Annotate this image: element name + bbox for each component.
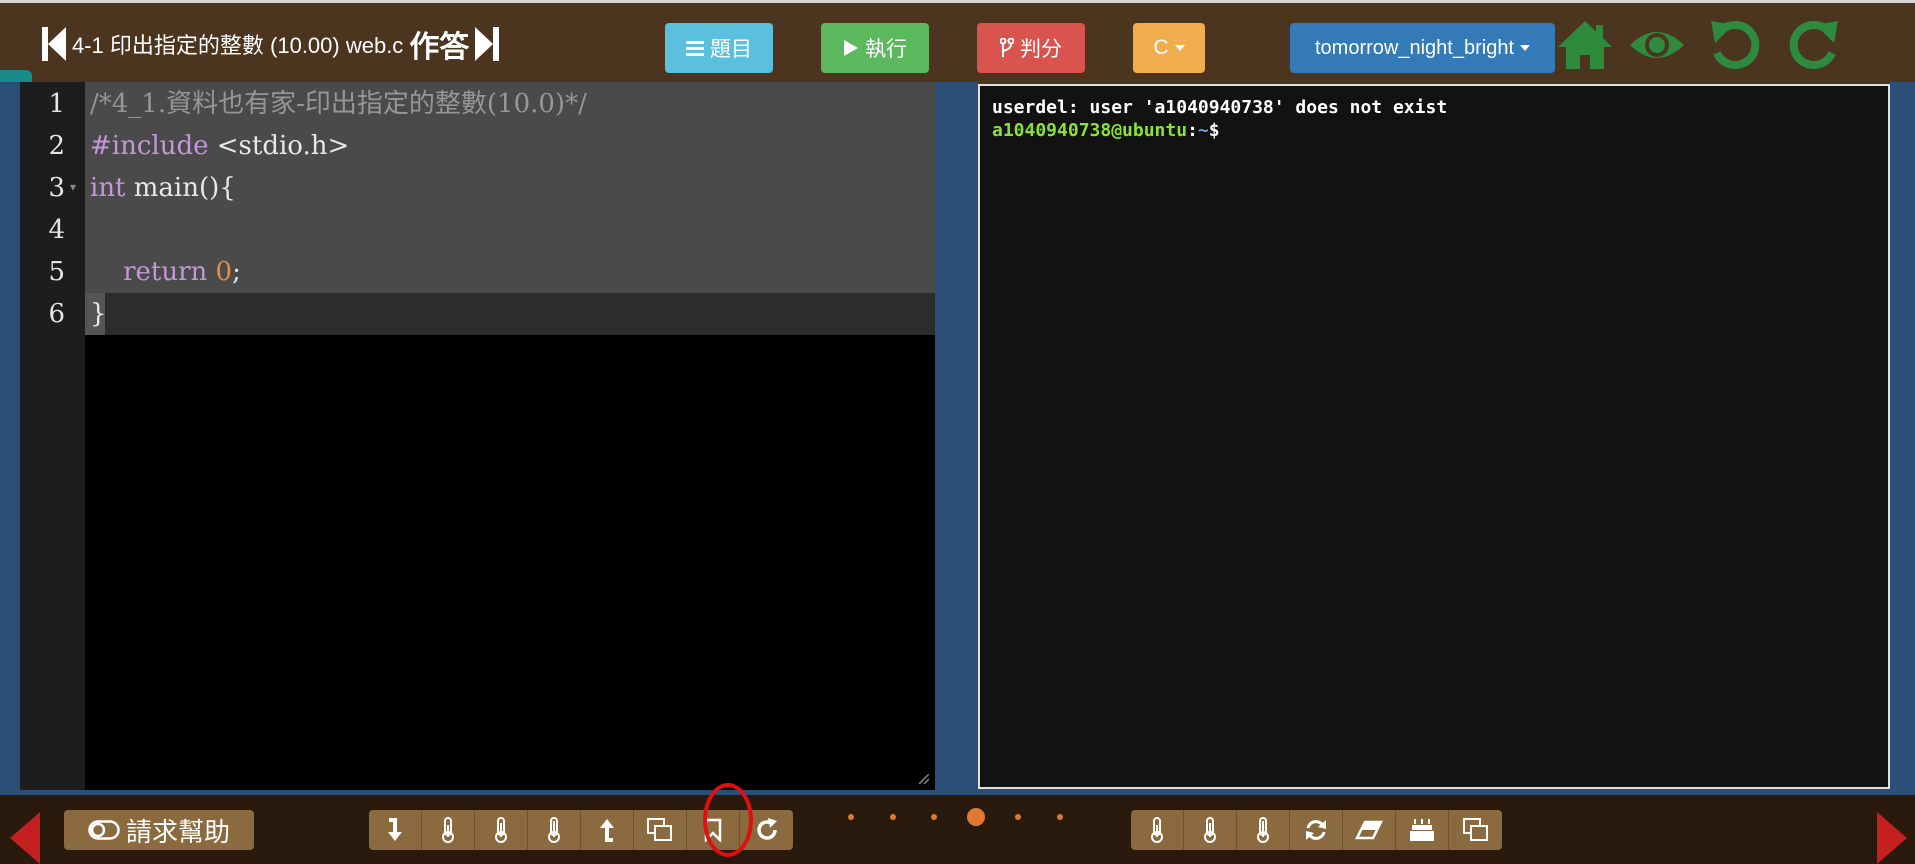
terminal-temp-1-button[interactable] (1131, 810, 1184, 850)
previous-page-arrow-icon[interactable] (10, 812, 40, 864)
play-icon (844, 40, 858, 56)
line-number: 2 (48, 131, 65, 161)
thermometer-icon (548, 817, 560, 843)
toggle-off-icon (88, 820, 120, 840)
redo-icon[interactable] (1784, 17, 1842, 73)
run-button[interactable]: 執行 (821, 23, 929, 73)
next-page-arrow-icon[interactable] (1877, 812, 1907, 864)
copy-tool-button[interactable] (634, 810, 687, 850)
list-icon (686, 41, 704, 56)
editor-frame-left (0, 82, 20, 795)
terminal-clear-button[interactable] (1343, 810, 1396, 850)
language-dropdown[interactable]: C (1133, 23, 1205, 73)
thermometer-icon (1151, 817, 1163, 843)
annotation-red-circle (703, 783, 753, 857)
home-icon[interactable] (1556, 17, 1614, 73)
copy-icon (1462, 818, 1488, 841)
page-dot[interactable] (931, 814, 937, 820)
next-problem-icon[interactable] (473, 25, 501, 63)
page-dot[interactable] (1057, 814, 1063, 820)
copy-icon (647, 818, 672, 841)
code-line: int main(){ (90, 173, 236, 203)
fold-arrow-icon[interactable]: ▾ (70, 180, 76, 194)
code-line: #include <stdio.h> (90, 131, 350, 161)
font-temp-3-button[interactable] (528, 810, 581, 850)
code-line: } (90, 299, 107, 329)
line-number: 1 (48, 89, 65, 119)
terminal-output-line: userdel: user 'a1040940738' does not exi… (992, 97, 1448, 118)
request-help-label: 請求幫助 (125, 816, 230, 847)
resize-grip-icon[interactable] (919, 774, 929, 784)
page-dot[interactable] (890, 814, 896, 820)
judge-button[interactable]: 判分 (977, 23, 1085, 73)
top-bar: 4-1 印出指定的整數 (10.00) web.c 作答 題目 執行 判分 C … (0, 0, 1915, 82)
arrow-down-icon (388, 818, 402, 841)
page-dot[interactable] (1015, 814, 1021, 820)
thermometer-icon (1257, 817, 1269, 843)
theme-label: tomorrow_night_bright (1315, 36, 1514, 59)
thermometer-icon (495, 817, 507, 843)
eye-icon[interactable] (1628, 17, 1686, 73)
title-area: 4-1 印出指定的整數 (10.00) web.c 作答 (40, 21, 501, 67)
thermometer-icon (1204, 817, 1216, 843)
terminal-temp-3-button[interactable] (1237, 810, 1290, 850)
eraser-icon (1355, 820, 1383, 840)
branch-icon (1000, 38, 1014, 57)
chevron-down-icon (1174, 45, 1185, 51)
terminal-frame-right (1890, 82, 1915, 795)
bottom-bar (0, 795, 1915, 864)
code-line: /*4_1.資料也有家-印出指定的整數(10.0)*/ (90, 89, 587, 119)
birthday-cake-icon (1410, 819, 1434, 841)
terminal-copy-button[interactable] (1449, 810, 1502, 850)
upload-tool-button[interactable] (581, 810, 634, 850)
panel-splitter[interactable] (935, 82, 978, 795)
terminal-prompt: a1040940738@ubuntu:~$ (992, 120, 1220, 141)
problem-title: 4-1 印出指定的整數 (10.00) web.c (72, 33, 404, 58)
terminal-tools (1131, 810, 1502, 850)
active-line-highlight (85, 293, 935, 335)
line-number: 3 (48, 173, 65, 203)
theme-dropdown[interactable]: tomorrow_night_bright (1290, 23, 1555, 73)
request-help-button[interactable]: 請求幫助 (64, 810, 254, 850)
page-indicator-dots (840, 808, 1080, 828)
sync-icon (1306, 820, 1326, 840)
page-dot[interactable] (848, 814, 854, 820)
language-label: C (1153, 36, 1169, 59)
refresh-icon (756, 818, 777, 840)
page-dot-active[interactable] (967, 808, 985, 826)
terminal-panel[interactable]: userdel: user 'a1040940738' does not exi… (978, 84, 1890, 789)
line-number: 5 (48, 257, 65, 287)
answer-label: 作答 (409, 31, 470, 64)
run-button-label: 執行 (865, 38, 907, 61)
code-editor[interactable]: 1 2 3 ▾ 4 5 6 /*4_1.資料也有家-印出指定的整數(10.0)*… (20, 82, 935, 790)
download-tool-button[interactable] (369, 810, 422, 850)
problem-button-label: 題目 (710, 38, 752, 61)
previous-problem-icon[interactable] (40, 25, 68, 63)
line-number: 4 (48, 215, 65, 245)
code-line: return 0; (123, 257, 241, 287)
line-gutter: 1 2 3 ▾ 4 5 6 (20, 82, 85, 790)
terminal-temp-2-button[interactable] (1184, 810, 1237, 850)
undo-icon[interactable] (1707, 17, 1765, 73)
line-number: 6 (48, 299, 65, 329)
terminal-sync-button[interactable] (1290, 810, 1343, 850)
terminal-cake-button[interactable] (1396, 810, 1449, 850)
chevron-down-icon (1520, 45, 1530, 51)
font-temp-1-button[interactable] (422, 810, 475, 850)
problem-button[interactable]: 題目 (665, 23, 773, 73)
judge-button-label: 判分 (1020, 38, 1062, 61)
font-temp-2-button[interactable] (475, 810, 528, 850)
arrow-up-icon (600, 819, 614, 842)
thermometer-icon (442, 817, 454, 843)
